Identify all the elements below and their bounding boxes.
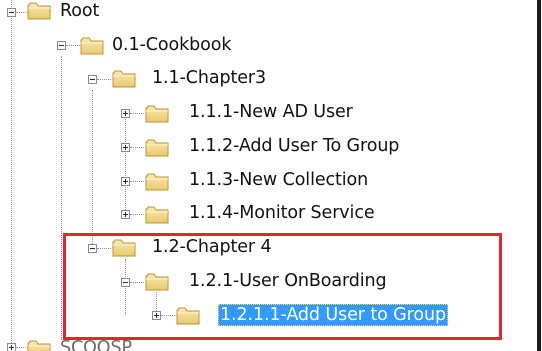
tree-node-add-user-to-group[interactable]: 1.1.2-Add User To Group <box>189 135 399 157</box>
expand-toggle-next-sibling[interactable] <box>7 343 16 351</box>
tree-line <box>97 248 111 249</box>
collapse-toggle-user-onboarding[interactable] <box>121 278 130 287</box>
collapse-toggle-chapter4[interactable] <box>88 244 97 253</box>
folder-icon <box>27 1 51 20</box>
tree-node-chapter4[interactable]: 1.2-Chapter 4 <box>152 236 272 258</box>
expand-toggle-new-ad-user[interactable] <box>121 109 130 118</box>
tree-node-cookbook[interactable]: 0.1-Cookbook <box>112 34 231 56</box>
tree-node-new-collection[interactable]: 1.1.3-New Collection <box>189 169 368 191</box>
folder-icon <box>112 238 136 257</box>
folder-icon <box>27 339 51 351</box>
tree-node-monitor-service[interactable]: 1.1.4-Monitor Service <box>189 202 375 224</box>
tree-line <box>11 0 12 351</box>
tree-line <box>125 259 126 315</box>
tree-node-next-sibling[interactable]: SCOOSP <box>60 337 132 351</box>
tree-node-chapter3[interactable]: 1.1-Chapter3 <box>152 67 266 89</box>
tree-line <box>61 56 62 340</box>
folder-icon <box>112 69 136 88</box>
expand-toggle-new-collection[interactable] <box>121 177 130 186</box>
folder-icon <box>145 138 169 157</box>
folder-icon <box>145 272 169 291</box>
folder-icon <box>80 36 104 55</box>
collapse-toggle-chapter3[interactable] <box>88 75 97 84</box>
tree-line <box>130 214 144 215</box>
collapse-toggle-cookbook[interactable] <box>57 41 66 50</box>
tree-line <box>130 147 144 148</box>
expand-toggle-add-user-to-group-1211[interactable] <box>152 311 161 320</box>
tree-line <box>130 113 144 114</box>
tree-line <box>92 90 93 250</box>
tree-node-user-onboarding[interactable]: 1.2.1-User OnBoarding <box>189 270 387 292</box>
tree-line <box>125 112 126 214</box>
folder-icon <box>145 205 169 224</box>
tree-view: Root 0.1-Cookbook 1.1-Chapter3 1.1.1-New… <box>0 0 541 351</box>
tree-line <box>66 45 80 46</box>
tree-node-root[interactable]: Root <box>60 0 99 22</box>
tree-line <box>130 181 144 182</box>
expand-toggle-add-user-to-group[interactable] <box>121 143 130 152</box>
folder-icon <box>145 104 169 123</box>
expand-toggle-monitor-service[interactable] <box>121 210 130 219</box>
tree-node-add-user-to-group-1211[interactable]: 1.2.1.1-Add User to Group <box>218 304 448 326</box>
tree-line <box>161 315 175 316</box>
tree-line <box>130 282 144 283</box>
tree-line <box>97 79 111 80</box>
folder-icon <box>176 306 200 325</box>
collapse-toggle-root[interactable] <box>7 8 16 17</box>
folder-icon <box>145 172 169 191</box>
tree-node-new-ad-user[interactable]: 1.1.1-New AD User <box>189 101 353 123</box>
